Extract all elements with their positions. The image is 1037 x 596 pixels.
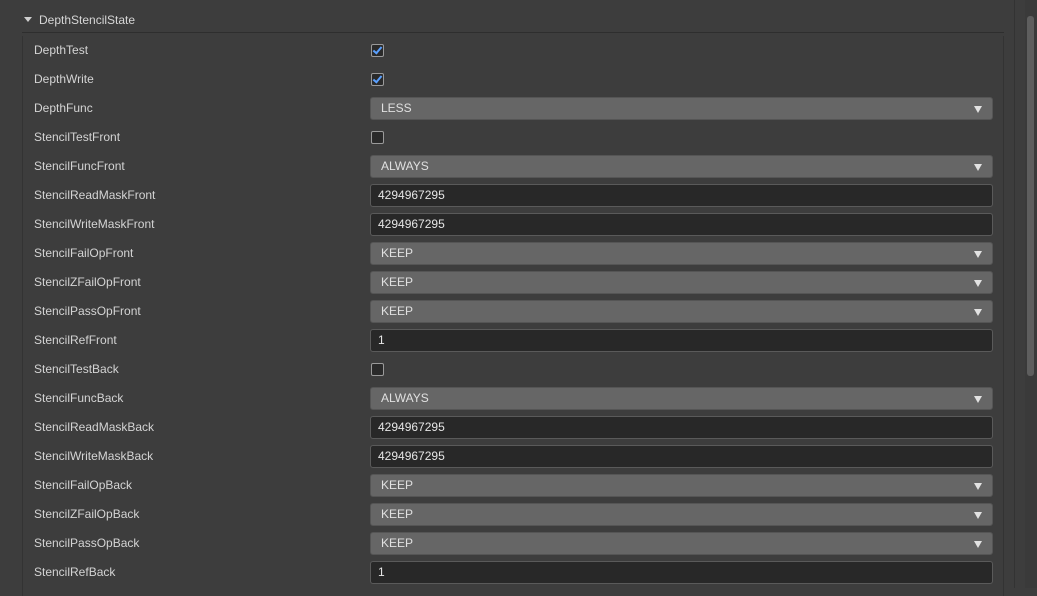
property-checkbox[interactable]: [371, 44, 384, 57]
section-title: DepthStencilState: [39, 12, 136, 27]
property-dropdown[interactable]: LESS: [370, 97, 993, 120]
chevron-down-icon: [974, 251, 982, 258]
property-dropdown[interactable]: KEEP: [370, 300, 993, 323]
dropdown-value: KEEP: [381, 507, 414, 521]
input-value: 4294967295: [378, 449, 445, 463]
input-value: 1: [378, 333, 385, 347]
property-row: StencilTestFront: [23, 123, 1003, 152]
property-label: StencilTestFront: [34, 130, 121, 144]
property-dropdown[interactable]: KEEP: [370, 474, 993, 497]
property-input[interactable]: 1: [370, 329, 993, 352]
property-row: StencilWriteMaskBack 4294967295: [23, 442, 1003, 471]
property-dropdown[interactable]: KEEP: [370, 503, 993, 526]
property-row: StencilZFailOpFront KEEP: [23, 268, 1003, 297]
property-row: StencilWriteMaskFront 4294967295: [23, 210, 1003, 239]
vertical-scrollbar[interactable]: [1025, 0, 1037, 588]
property-dropdown[interactable]: KEEP: [370, 242, 993, 265]
property-label: StencilZFailOpFront: [34, 275, 141, 289]
dropdown-value: ALWAYS: [381, 391, 429, 405]
input-value: 4294967295: [378, 188, 445, 202]
property-dropdown[interactable]: ALWAYS: [370, 387, 993, 410]
property-label: StencilReadMaskBack: [34, 420, 155, 434]
property-row: StencilReadMaskBack 4294967295: [23, 413, 1003, 442]
property-list: DepthTest DepthWrite DepthFunc LESS StencilT…: [22, 36, 1004, 596]
property-label: StencilFailOpFront: [34, 246, 134, 260]
chevron-down-icon: [974, 164, 982, 171]
property-label: DepthTest: [34, 43, 89, 57]
property-row: StencilRefFront 1: [23, 326, 1003, 355]
property-label: StencilPassOpFront: [34, 304, 141, 318]
property-label: StencilWriteMaskFront: [34, 217, 155, 231]
property-label: StencilFuncBack: [34, 391, 124, 405]
property-label: StencilFailOpBack: [34, 478, 133, 492]
property-row: StencilFailOpBack KEEP: [23, 471, 1003, 500]
property-input[interactable]: 1: [370, 561, 993, 584]
property-dropdown[interactable]: ALWAYS: [370, 155, 993, 178]
property-row: StencilPassOpBack KEEP: [23, 529, 1003, 558]
chevron-down-icon: [974, 106, 982, 113]
property-label: StencilRefFront: [34, 333, 117, 347]
inspector-panel: DepthStencilState DepthTest DepthWrite Dep…: [0, 0, 1037, 596]
caret-down-icon[interactable]: [24, 17, 32, 22]
chevron-down-icon: [974, 512, 982, 519]
chevron-down-icon: [974, 483, 982, 490]
property-label: StencilReadMaskFront: [34, 188, 156, 202]
dropdown-value: ALWAYS: [381, 159, 429, 173]
dropdown-value: LESS: [381, 101, 412, 115]
property-label: StencilRefBack: [34, 565, 116, 579]
chevron-down-icon: [974, 280, 982, 287]
property-label: DepthFunc: [34, 101, 93, 115]
property-label: StencilFuncFront: [34, 159, 125, 173]
property-row: StencilFuncFront ALWAYS: [23, 152, 1003, 181]
chevron-down-icon: [974, 541, 982, 548]
property-label: StencilTestBack: [34, 362, 119, 376]
scrollbar-thumb[interactable]: [1027, 16, 1034, 376]
property-label: DepthWrite: [34, 72, 94, 86]
input-value: 4294967295: [378, 420, 445, 434]
property-checkbox[interactable]: [371, 73, 384, 86]
property-label: StencilZFailOpBack: [34, 507, 140, 521]
property-dropdown[interactable]: KEEP: [370, 271, 993, 294]
property-row: StencilZFailOpBack KEEP: [23, 500, 1003, 529]
property-label: StencilPassOpBack: [34, 536, 140, 550]
property-input[interactable]: 4294967295: [370, 213, 993, 236]
dropdown-value: KEEP: [381, 536, 414, 550]
property-row: StencilPassOpFront KEEP: [23, 297, 1003, 326]
chevron-down-icon: [974, 396, 982, 403]
property-row: StencilReadMaskFront 4294967295: [23, 181, 1003, 210]
property-row: DepthTest: [23, 36, 1003, 65]
chevron-down-icon: [974, 309, 982, 316]
property-input[interactable]: 4294967295: [370, 184, 993, 207]
property-label: StencilWriteMaskBack: [34, 449, 154, 463]
property-input[interactable]: 4294967295: [370, 445, 993, 468]
property-row: DepthFunc LESS: [23, 94, 1003, 123]
property-checkbox[interactable]: [371, 131, 384, 144]
input-value: 1: [378, 565, 385, 579]
input-value: 4294967295: [378, 217, 445, 231]
panel-edge: [1014, 0, 1015, 588]
dropdown-value: KEEP: [381, 275, 414, 289]
property-row: StencilFuncBack ALWAYS: [23, 384, 1003, 413]
property-checkbox[interactable]: [371, 363, 384, 376]
dropdown-value: KEEP: [381, 478, 414, 492]
section-header[interactable]: DepthStencilState: [22, 8, 1004, 33]
property-dropdown[interactable]: KEEP: [370, 532, 993, 555]
dropdown-value: KEEP: [381, 304, 414, 318]
property-input[interactable]: 4294967295: [370, 416, 993, 439]
dropdown-value: KEEP: [381, 246, 414, 260]
property-row: DepthWrite: [23, 65, 1003, 94]
property-row: StencilTestBack: [23, 355, 1003, 384]
property-row: StencilRefBack 1: [23, 558, 1003, 587]
property-row: StencilFailOpFront KEEP: [23, 239, 1003, 268]
